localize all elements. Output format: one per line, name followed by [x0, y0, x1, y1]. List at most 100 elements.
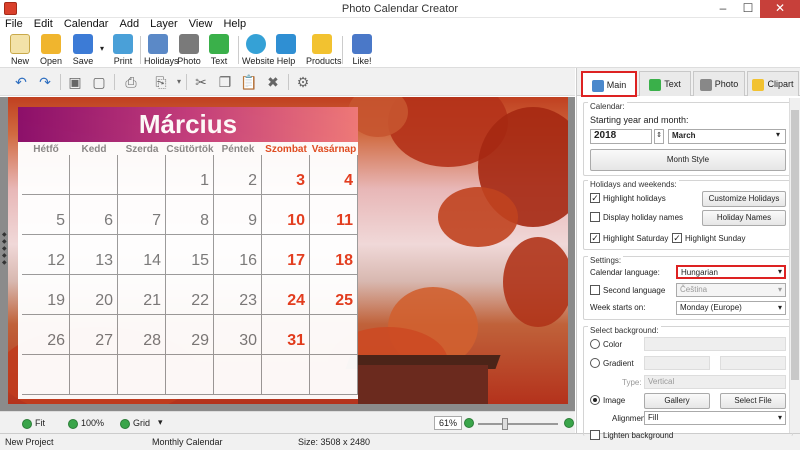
lighten-background-checkbox[interactable] — [590, 430, 600, 440]
gradient-radio[interactable] — [590, 358, 600, 368]
select-file-button[interactable]: Select File — [720, 393, 786, 409]
delete-icon[interactable]: ✖ — [264, 73, 282, 91]
day-cell — [166, 355, 214, 395]
week-starts-select[interactable]: Monday (Europe) — [676, 301, 786, 315]
panel-scrollbar[interactable] — [789, 98, 800, 433]
resize-handles[interactable]: ◆ ◆ ◆ ◆ ◆ — [2, 232, 7, 267]
day-number: 27 — [95, 332, 113, 349]
calendar-grid-card[interactable]: Március Hétfő Kedd Szerda Csütörtök Pént… — [18, 107, 358, 399]
help-button[interactable]: Help — [274, 34, 298, 66]
zoom-slider-thumb[interactable] — [502, 418, 508, 430]
customize-holidays-button[interactable]: Customize Holidays — [702, 191, 786, 207]
starting-label: Starting year and month: — [590, 115, 689, 125]
toolbar-divider — [186, 74, 187, 90]
gallery-button[interactable]: Gallery — [644, 393, 710, 409]
zoom-value[interactable]: 61% — [434, 416, 462, 430]
new-button[interactable]: New — [8, 34, 32, 66]
tab-photo[interactable]: Photo — [693, 71, 745, 96]
display-holiday-names-checkbox[interactable] — [590, 212, 600, 222]
zoom-out-icon — [464, 417, 474, 428]
gradient-color1[interactable] — [644, 356, 710, 370]
second-language-select[interactable]: Čeština — [676, 283, 786, 297]
day-cell — [214, 355, 262, 395]
month-select[interactable]: March — [668, 129, 786, 144]
page2-icon[interactable]: ▢ — [90, 73, 108, 91]
tab-text[interactable]: Text — [639, 71, 691, 96]
day-cell — [70, 155, 118, 195]
text-tab-icon — [649, 78, 662, 91]
fit-label: Fit — [35, 418, 45, 428]
holidays-button[interactable]: Holidays — [144, 34, 179, 66]
color-field[interactable] — [644, 337, 786, 351]
copy-icon[interactable]: ❐ — [216, 73, 234, 91]
section-title: Calendar: — [588, 102, 627, 111]
cut-icon[interactable]: ✂ — [192, 73, 210, 91]
highlight-sunday-checkbox[interactable]: ✓ — [672, 233, 682, 243]
day-number: 26 — [47, 332, 65, 349]
color-radio[interactable] — [590, 339, 600, 349]
menu-file[interactable]: File — [2, 18, 26, 31]
like-button[interactable]: Like! — [350, 34, 374, 66]
menu-edit[interactable]: Edit — [31, 18, 56, 31]
open-label: Open — [39, 56, 63, 66]
undo-icon[interactable]: ↶ — [12, 73, 30, 91]
text-button[interactable]: Text — [206, 34, 232, 66]
minimize-button[interactable]: – — [710, 0, 736, 18]
redo-icon[interactable]: ↷ — [36, 73, 54, 91]
menu-add[interactable]: Add — [117, 18, 143, 31]
tab-main[interactable]: Main — [581, 71, 637, 97]
panel-tabs: Main Text Photo Clipart — [577, 68, 800, 97]
menu-help[interactable]: Help — [220, 18, 249, 31]
paste-icon[interactable]: 📋 — [240, 73, 258, 91]
type-select[interactable]: Vertical — [644, 375, 786, 389]
scrollbar-thumb[interactable] — [791, 110, 799, 380]
website-button[interactable]: Website — [242, 34, 274, 66]
maximize-button[interactable]: ☐ — [735, 0, 761, 18]
new-icon — [10, 34, 30, 54]
settings-icon[interactable]: ⚙ — [294, 73, 312, 91]
save-button[interactable]: Save — [70, 34, 96, 66]
print-button[interactable]: Print — [110, 34, 136, 66]
tab-clipart[interactable]: Clipart — [747, 71, 799, 96]
background-photo[interactable]: Március Hétfő Kedd Szerda Csütörtök Pént… — [8, 97, 568, 404]
export-icon[interactable]: ⎘ — [152, 73, 170, 91]
day-cell: 27 — [70, 315, 118, 355]
day-cell: 1 — [166, 155, 214, 195]
year-spinner[interactable]: ⇕ — [654, 129, 664, 144]
products-button[interactable]: Products — [306, 34, 342, 66]
canvas-area[interactable]: ◆ ◆ ◆ ◆ ◆ Március Hétfő Kedd Szerda Csütörtö… — [0, 97, 575, 411]
save-dropdown-arrow[interactable]: ▾ — [98, 44, 106, 53]
highlight-holidays-checkbox[interactable]: ✓ — [590, 193, 600, 203]
zoom-out-button[interactable] — [464, 417, 477, 428]
print-preview-icon[interactable]: ⎙ — [122, 73, 140, 91]
image-radio[interactable] — [590, 395, 600, 405]
day-cell: 17 — [262, 235, 310, 275]
holiday-names-button[interactable]: Holiday Names — [702, 210, 786, 226]
menu-calendar[interactable]: Calendar — [61, 18, 112, 31]
gradient-color2[interactable] — [720, 356, 786, 370]
zoom-100-button[interactable]: 100% — [68, 418, 104, 429]
open-button[interactable]: Open — [38, 34, 64, 66]
alignment-select[interactable]: Fill — [644, 411, 786, 425]
background-section: Select background: Color Gradient Type: … — [583, 326, 793, 440]
day-number: 28 — [143, 332, 161, 349]
highlight-saturday-checkbox[interactable]: ✓ — [590, 233, 600, 243]
menu-layer[interactable]: Layer — [147, 18, 181, 31]
calendar-language-select[interactable]: Hungarian — [676, 265, 786, 279]
fit-button[interactable]: Fit — [22, 418, 45, 429]
day-number: 12 — [47, 252, 65, 269]
year-field[interactable]: 2018 — [590, 129, 652, 144]
month-style-button[interactable]: Month Style — [590, 149, 786, 171]
zoom-in-icon — [564, 417, 574, 428]
page-icon[interactable]: ▣ — [66, 73, 84, 91]
grid-button[interactable]: Grid — [120, 418, 150, 429]
day-cell — [118, 355, 166, 395]
second-language-checkbox[interactable] — [590, 285, 600, 295]
zoom-slider[interactable] — [478, 418, 558, 430]
menu-view[interactable]: View — [186, 18, 216, 31]
photo-button[interactable]: Photo — [176, 34, 202, 66]
grid-dropdown-arrow[interactable]: ▾ — [158, 417, 163, 428]
status-project: New Project — [5, 437, 54, 447]
day-cell: 7 — [118, 195, 166, 235]
close-button[interactable]: ✕ — [760, 0, 800, 18]
